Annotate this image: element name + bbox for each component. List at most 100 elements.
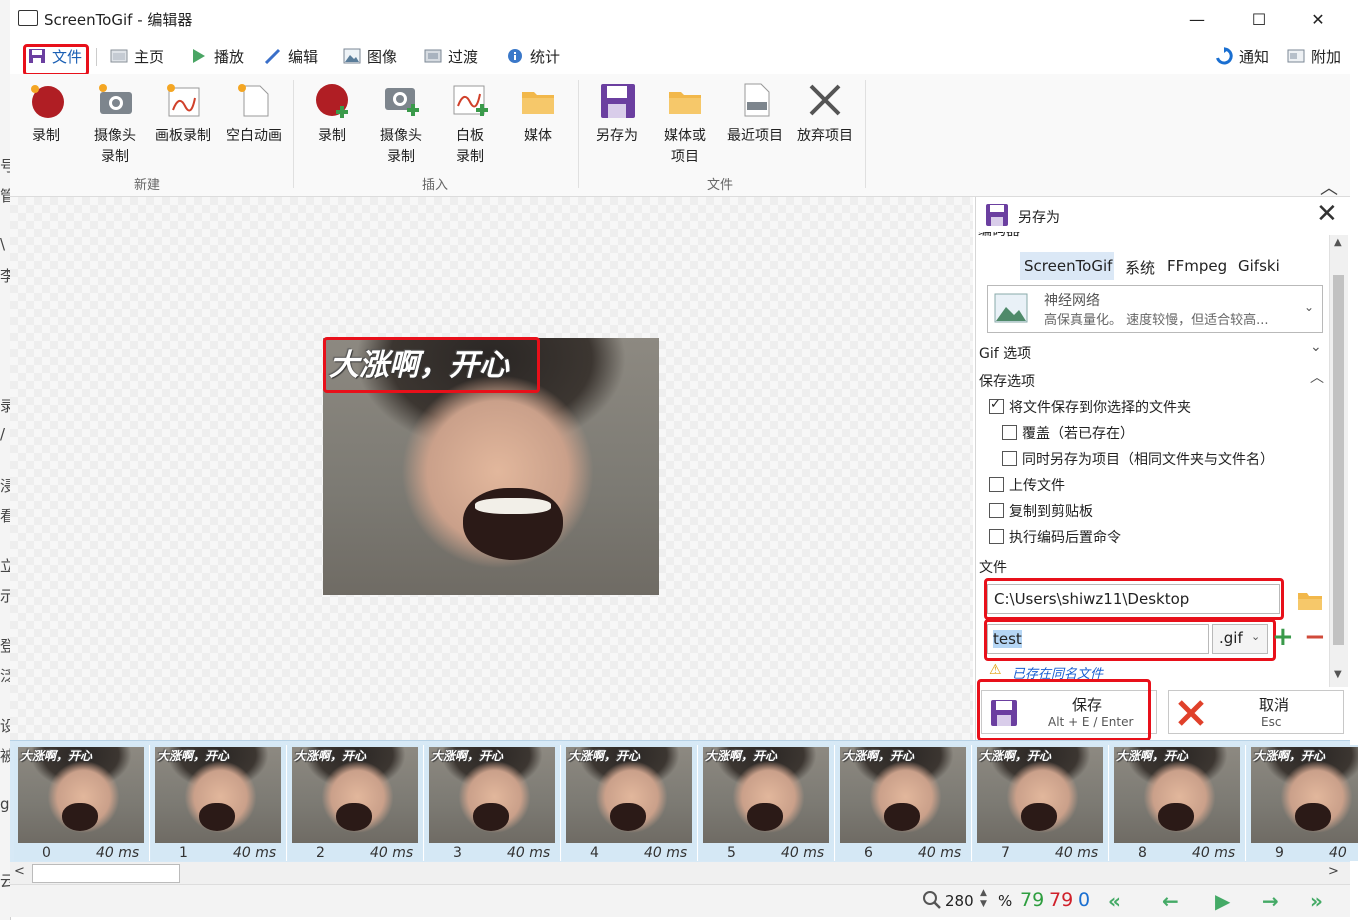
thumbnail-caption: 大涨啊，开心	[431, 749, 504, 763]
tab-play[interactable]: 播放	[190, 44, 244, 68]
zoom-value[interactable]: 280	[945, 892, 974, 910]
tab-transition[interactable]: 过渡	[424, 44, 478, 68]
frame-item[interactable]: 大涨啊，开心 2 40 ms	[288, 745, 424, 861]
chevron-down-icon: ⌄	[1303, 300, 1314, 314]
info-icon	[508, 49, 522, 63]
encoder-tab-screentogif[interactable]: ScreenToGif	[1024, 257, 1112, 275]
tab-image[interactable]: 图像	[343, 44, 397, 68]
encoder-tab-system[interactable]: 系统	[1125, 257, 1155, 278]
frame-item[interactable]: 大涨啊，开心 1 40 ms	[151, 745, 287, 861]
frame-item[interactable]: 大涨啊，开心 9 40	[1247, 745, 1358, 861]
frame-item[interactable]: 大涨啊，开心 4 40 ms	[562, 745, 698, 861]
thumbnail-caption: 大涨啊，开心	[979, 749, 1052, 763]
scroll-down-icon[interactable]: ▼	[1334, 669, 1342, 680]
tab-label: 统计	[530, 47, 561, 66]
save-as-project-checkbox[interactable]	[1002, 451, 1017, 466]
frame-list-scrollbar[interactable]: < >	[10, 862, 1350, 884]
tab-home[interactable]: 主页	[110, 44, 164, 68]
scrollbar-thumb[interactable]	[1333, 275, 1344, 645]
tab-label: 播放	[214, 47, 245, 66]
frame-item[interactable]: 大涨啊，开心 3 40 ms	[425, 745, 561, 861]
save-to-folder-checkbox[interactable]	[989, 397, 1004, 414]
insert-board-recording-button[interactable]: 白板 录制	[450, 80, 490, 168]
insert-recording-button[interactable]: 录制	[310, 80, 354, 147]
close-button[interactable]: ✕	[1295, 4, 1341, 34]
minimize-button[interactable]: —	[1174, 4, 1220, 34]
media-or-project-button[interactable]: 媒体或 项目	[660, 80, 710, 168]
next-frame-icon[interactable]: →	[1262, 889, 1279, 913]
extras-button[interactable]: 附加	[1287, 44, 1341, 68]
frame-detail	[62, 803, 98, 831]
remove-icon[interactable]: −	[1304, 622, 1326, 652]
upload-checkbox[interactable]	[989, 477, 1004, 492]
new-blank-animation-button[interactable]: 空白动画	[220, 80, 288, 147]
close-panel-button[interactable]: ✕	[1316, 199, 1338, 229]
add-icon[interactable]: +	[1272, 622, 1294, 652]
panel-scrollbar[interactable]: ▲ ▼	[1329, 235, 1348, 687]
save-as-button[interactable]: 另存为	[592, 80, 642, 147]
new-webcam-recording-button[interactable]: 摄像头 录制	[88, 80, 142, 168]
new-board-recording-button[interactable]: 画板录制	[150, 80, 216, 147]
discard-project-button[interactable]: 放弃项目	[792, 80, 858, 147]
save-options-header[interactable]: 保存选项	[979, 371, 1035, 391]
tab-statistics[interactable]: 统计	[506, 44, 560, 68]
previous-frame-icon[interactable]: ←	[1162, 889, 1179, 913]
scroll-left-icon[interactable]: <	[14, 864, 25, 879]
gif-options-header[interactable]: Gif 选项	[979, 343, 1031, 363]
frame-item[interactable]: 大涨啊，开心 0 40 ms	[14, 745, 150, 861]
window-title: ScreenToGif - 编辑器	[44, 11, 193, 29]
frame-detail	[884, 803, 920, 831]
maximize-button[interactable]: ☐	[1236, 4, 1282, 34]
tab-edit[interactable]: 编辑	[264, 44, 318, 68]
button-label: 录制	[32, 128, 60, 144]
frame-item[interactable]: 大涨啊，开心 6 40 ms	[836, 745, 972, 861]
first-frame-icon[interactable]: «	[1108, 889, 1121, 913]
zoom-stepper[interactable]: ▲ ▼	[980, 888, 987, 910]
warning-icon: ⚠	[989, 662, 1002, 678]
play-icon[interactable]: ▶	[1215, 889, 1230, 913]
notifications-button[interactable]: 通知	[1215, 44, 1269, 68]
encoder-heading: 编码器	[978, 232, 1020, 240]
record-icon	[26, 80, 66, 120]
frame-item[interactable]: 大涨啊，开心 7 40 ms	[973, 745, 1109, 861]
scrollbar-thumb[interactable]	[32, 864, 180, 883]
frame-thumbnail: 大涨啊，开心	[703, 747, 829, 843]
discard-x-icon	[805, 80, 845, 120]
save-as-panel: 另存为 ✕ 编码器 ScreenToGif 系统 FFmpeg Gifski 神…	[975, 197, 1351, 741]
overwrite-checkbox[interactable]	[1002, 425, 1017, 440]
frame-thumbnail: 大涨啊，开心	[429, 747, 555, 843]
last-frame-icon[interactable]: »	[1310, 889, 1323, 913]
extras-label: 附加	[1311, 47, 1342, 66]
post-command-checkbox[interactable]	[989, 529, 1004, 544]
cancel-button[interactable]: 取消 Esc	[1168, 690, 1344, 734]
encoder-tab-gifski[interactable]: Gifski	[1238, 257, 1280, 275]
button-label: 摄像头 录制	[380, 128, 422, 165]
recent-projects-button[interactable]: 最近项目	[722, 80, 788, 147]
insert-webcam-recording-button[interactable]: 摄像头 录制	[374, 80, 428, 168]
preset-dropdown[interactable]: 神经网络 高保真量化。 速度较慢，但适合较高... ⌄	[987, 285, 1323, 333]
tab-file[interactable]: 文件	[28, 44, 82, 68]
scroll-up-icon[interactable]: ▲	[1334, 237, 1342, 248]
copy-clipboard-checkbox[interactable]	[989, 503, 1004, 518]
tab-label: 图像	[367, 47, 398, 66]
preset-name: 神经网络	[1044, 293, 1100, 309]
frame-number: 2	[316, 845, 325, 861]
insert-media-button[interactable]: 媒体	[518, 80, 558, 147]
scroll-right-icon[interactable]: >	[1328, 864, 1339, 879]
new-recording-button[interactable]: 录制	[24, 80, 68, 147]
frame-delay: 40 ms	[1055, 845, 1099, 861]
browse-folder-icon[interactable]	[1296, 589, 1324, 611]
home-icon	[110, 49, 128, 63]
chevron-down-icon[interactable]: ⌄	[1310, 339, 1322, 355]
camera-plus-icon	[381, 80, 421, 120]
chevron-up-icon[interactable]: ︿	[1310, 367, 1324, 387]
blank-page-icon	[234, 80, 274, 120]
encoder-tab-ffmpeg[interactable]: FFmpeg	[1167, 257, 1227, 275]
frame-canvas[interactable]: 大涨啊，开心	[10, 197, 973, 740]
highlight-save-button	[977, 679, 1151, 741]
frame-list[interactable]: 大涨啊，开心 0 40 ms 大涨啊，开心 1 40 ms 大涨啊，开心 2 40 ms 大涨啊，…	[10, 740, 1358, 863]
frame-item[interactable]: 大涨啊，开心 5 40 ms	[699, 745, 835, 861]
frame-detail	[1295, 803, 1331, 831]
frame-item[interactable]: 大涨啊，开心 8 40 ms	[1110, 745, 1246, 861]
option-label: 上传文件	[1009, 478, 1065, 494]
